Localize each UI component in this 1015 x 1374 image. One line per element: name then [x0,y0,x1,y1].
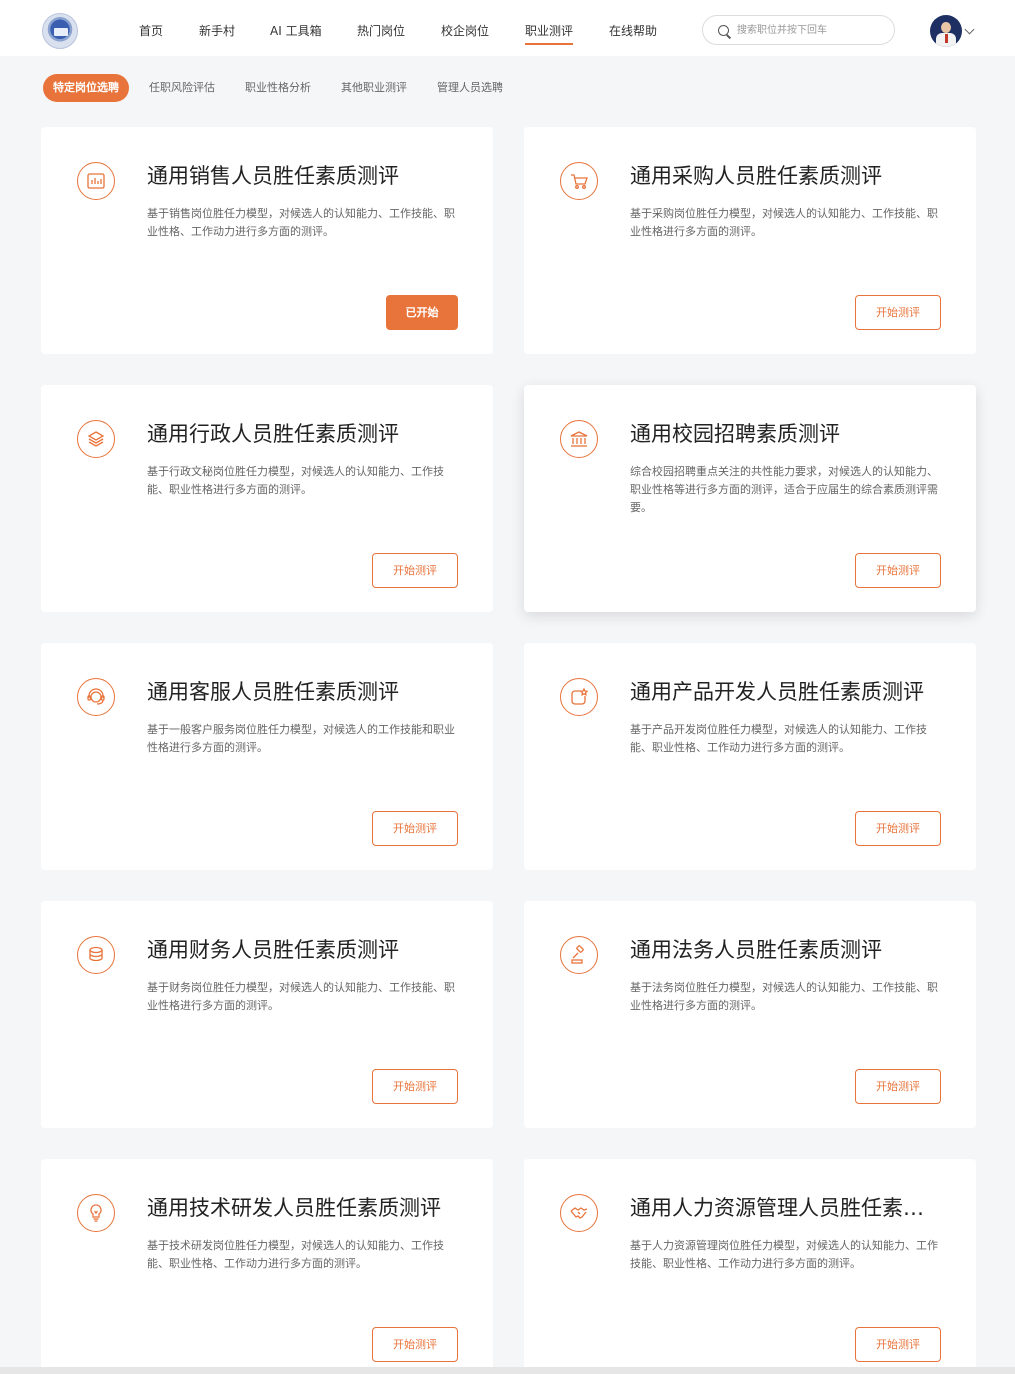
card-title: 通用采购人员胜任素质测评 [630,164,882,188]
handshake-icon [560,1194,598,1232]
assessment-card: 通用技术研发人员胜任素质测评 基于技术研发岗位胜任力模型，对候选人的认知能力、工… [41,1159,493,1374]
tab-management-selection[interactable]: 管理人员选聘 [437,74,503,102]
card-title: 通用客服人员胜任素质测评 [147,680,399,704]
assessment-card: 通用法务人员胜任素质测评 基于法务岗位胜任力模型，对候选人的认知能力、工作技能、… [524,901,976,1128]
card-description: 基于采购岗位胜任力模型，对候选人的认知能力、工作技能、职业性格进行多方面的测评。 [630,207,938,238]
card-description: 基于人力资源管理岗位胜任力模型，对候选人的认知能力、工作技能、职业性格、工作动力… [630,1239,938,1270]
search-icon [718,25,729,36]
card-title: 通用财务人员胜任素质测评 [147,938,399,962]
assessment-card: 通用校园招聘素质测评 综合校园招聘重点关注的共性能力要求，对候选人的认知能力、职… [524,385,976,612]
assessment-card: 通用人力资源管理人员胜任素质测评 基于人力资源管理岗位胜任力模型，对候选人的认知… [524,1159,976,1374]
bottom-scrollbar[interactable] [0,1367,1015,1374]
card-title: 通用产品开发人员胜任素质测评 [630,680,924,704]
card-description: 综合校园招聘重点关注的共性能力要求，对候选人的认知能力、职业性格等进行多方面的测… [630,465,938,514]
assessment-card: 通用客服人员胜任素质测评 基于一般客户服务岗位胜任力模型，对候选人的工作技能和职… [41,643,493,870]
tab-personality-analysis[interactable]: 职业性格分析 [245,74,311,102]
card-title: 通用销售人员胜任素质测评 [147,164,399,188]
start-assessment-button[interactable]: 开始测评 [372,1327,458,1362]
product-icon [560,678,598,716]
assessment-card: 通用采购人员胜任素质测评 基于采购岗位胜任力模型，对候选人的认知能力、工作技能、… [524,127,976,354]
tab-specific-positions[interactable]: 特定岗位选聘 [43,74,129,102]
card-description: 基于一般客户服务岗位胜任力模型，对候选人的工作技能和职业性格进行多方面的测评。 [147,723,455,754]
bank-icon [560,420,598,458]
tab-other-assessments[interactable]: 其他职业测评 [341,74,407,102]
nav-item-campus-jobs[interactable]: 校企岗位 [441,22,489,40]
bar-chart-icon [77,162,115,200]
start-assessment-button[interactable]: 开始测评 [855,553,941,588]
top-header: 首页 新手村 AI 工具箱 热门岗位 校企岗位 职业测评 在线帮助 [0,0,1015,56]
card-title: 通用技术研发人员胜任素质测评 [147,1196,441,1220]
nav-item-help[interactable]: 在线帮助 [609,22,657,40]
card-title: 通用校园招聘素质测评 [630,422,840,446]
tab-risk-assessment[interactable]: 任职风险评估 [149,74,215,102]
nav-item-newbie[interactable]: 新手村 [199,22,235,40]
headset-icon [77,678,115,716]
lightbulb-icon [77,1194,115,1232]
card-description: 基于技术研发岗位胜任力模型，对候选人的认知能力、工作技能、职业性格、工作动力进行… [147,1239,444,1270]
card-description: 基于销售岗位胜任力模型，对候选人的认知能力、工作技能、职业性格、工作动力进行多方… [147,207,455,238]
card-description: 基于产品开发岗位胜任力模型，对候选人的认知能力、工作技能、职业性格、工作动力进行… [630,723,927,754]
started-button[interactable]: 已开始 [386,295,458,330]
search-box [702,15,895,45]
nav-item-assessment[interactable]: 职业测评 [525,22,574,45]
gavel-icon [560,936,598,974]
assessment-card: 通用产品开发人员胜任素质测评 基于产品开发岗位胜任力模型，对候选人的认知能力、工… [524,643,976,870]
assessment-card: 通用销售人员胜任素质测评 基于销售岗位胜任力模型，对候选人的认知能力、工作技能、… [41,127,493,354]
card-title: 通用行政人员胜任素质测评 [147,422,399,446]
start-assessment-button[interactable]: 开始测评 [372,553,458,588]
chevron-down-icon[interactable] [964,24,975,35]
site-logo[interactable] [42,13,78,49]
layers-icon [77,420,115,458]
shopping-cart-icon [560,162,598,200]
start-assessment-button[interactable]: 开始测评 [372,1069,458,1104]
card-title: 通用法务人员胜任素质测评 [630,938,882,962]
nav-item-home[interactable]: 首页 [139,22,163,40]
card-description: 基于财务岗位胜任力模型，对候选人的认知能力、工作技能、职业性格进行多方面的测评。 [147,981,455,1012]
start-assessment-button[interactable]: 开始测评 [372,811,458,846]
assessment-card: 通用财务人员胜任素质测评 基于财务岗位胜任力模型，对候选人的认知能力、工作技能、… [41,901,493,1128]
nav-item-hot-jobs[interactable]: 热门岗位 [357,22,405,40]
avatar[interactable] [930,15,962,47]
assessment-card: 通用行政人员胜任素质测评 基于行政文秘岗位胜任力模型，对候选人的认知能力、工作技… [41,385,493,612]
start-assessment-button[interactable]: 开始测评 [855,811,941,846]
start-assessment-button[interactable]: 开始测评 [855,1327,941,1362]
card-title: 通用人力资源管理人员胜任素质测评 [630,1196,930,1220]
search-input[interactable] [737,21,887,39]
coins-icon [77,936,115,974]
start-assessment-button[interactable]: 开始测评 [855,1069,941,1104]
card-description: 基于法务岗位胜任力模型，对候选人的认知能力、工作技能、职业性格进行多方面的测评。 [630,981,938,1012]
card-description: 基于行政文秘岗位胜任力模型，对候选人的认知能力、工作技能、职业性格进行多方面的测… [147,465,444,496]
start-assessment-button[interactable]: 开始测评 [855,295,941,330]
nav-item-ai-tools[interactable]: AI 工具箱 [270,22,322,40]
